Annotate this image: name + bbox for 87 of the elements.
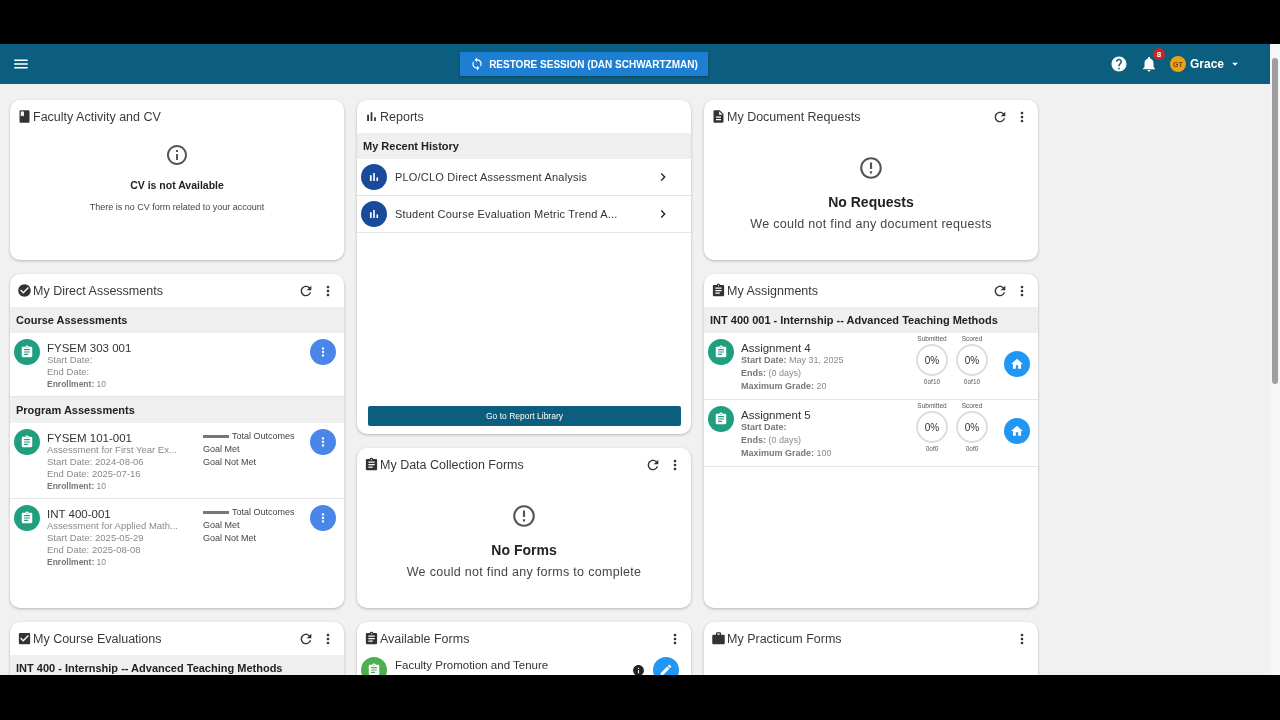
clipboard-icon (14, 339, 40, 365)
legend-label: Goal Met (203, 520, 240, 530)
assessment-detail: Assessment for Applied Math... (47, 520, 179, 532)
empty-message: We could not find any document requests (750, 217, 992, 231)
assignment-detail: Ends: (0 days) (741, 434, 803, 447)
bar-chart-icon (361, 164, 387, 190)
assessment-detail: Start Date: 2024-08-06 (47, 456, 145, 468)
empty-heading: No Requests (828, 194, 914, 210)
section-header: INT 400 - Internship -- Advanced Teaching Methods (10, 655, 344, 675)
restore-session-button[interactable]: RESTORE SESSION (DAN SCHWARTZMAN) (460, 52, 708, 76)
empty-heading: CV is not Available (130, 179, 224, 191)
assessment-name: INT 400-001 (47, 508, 112, 520)
sync-icon (470, 57, 485, 71)
assessment-detail: Assessment for First Year Ex... (47, 444, 178, 456)
assignment-name: Assignment 5 (741, 409, 812, 421)
assessment-name: FYSEM 303 001 (47, 342, 133, 354)
info-icon (165, 143, 189, 167)
alert-icon (858, 155, 884, 181)
home-button[interactable] (1004, 418, 1030, 444)
assessment-detail: Start Date: 2025-05-29 (47, 532, 145, 544)
section-header: Program Assessments (10, 397, 344, 423)
legend-label: Goal Not Met (203, 533, 257, 543)
assignment-detail: Start Date: May 31, 2025 (741, 354, 845, 367)
clipboard-icon (708, 339, 734, 365)
card-title: Reports (380, 109, 425, 124)
percent-ring: 0% (956, 344, 988, 376)
assessment-detail: End Date: 2025-08-08 (47, 544, 142, 556)
book-icon (17, 109, 32, 124)
percent-ring: 0% (956, 411, 988, 443)
card-title: My Practicum Forms (727, 631, 843, 646)
notification-badge: 8 (1152, 48, 1165, 60)
form-name[interactable]: Faculty Promotion and Tenure (395, 658, 624, 672)
report-item[interactable]: Student Course Evaluation Metric Trend A... (357, 196, 691, 233)
assignment-name: Assignment 4 (741, 342, 812, 354)
report-item[interactable]: PLO/CLO Direct Assessment Analysis (357, 159, 691, 196)
legend-line (203, 510, 229, 514)
assignment-detail: Start Date: (741, 421, 788, 434)
checkbox-icon (17, 631, 32, 646)
legend-line (203, 434, 229, 438)
legend-label: Goal Not Met (203, 457, 257, 467)
empty-heading: No Forms (491, 542, 557, 558)
bar-chart-icon (364, 109, 379, 124)
assessment-detail: End Date: (47, 366, 91, 378)
clipboard-icon (14, 429, 40, 455)
help-icon[interactable] (1109, 55, 1128, 73)
card-title: Available Forms (380, 631, 471, 646)
clipboard-icon (711, 283, 726, 298)
section-header: INT 400 001 - Internship -- Advanced Teaching Methods (704, 307, 1038, 333)
briefcase-icon (711, 631, 726, 646)
report-library-button[interactable]: Go to Report Library (368, 406, 681, 426)
card-title: My Direct Assessments (33, 283, 164, 298)
assessment-detail: End Date: 2025-07-16 (47, 468, 142, 480)
info-icon (632, 663, 645, 675)
home-icon (1010, 357, 1024, 371)
empty-message: There is no CV form related to your account (89, 202, 265, 212)
empty-message: We could not find any forms to complete (406, 565, 642, 579)
edit-icon (659, 663, 673, 675)
percent-ring: 0% (916, 344, 948, 376)
clipboard-icon (364, 457, 379, 472)
alert-icon (511, 503, 537, 529)
clipboard-icon (14, 505, 40, 531)
assignment-detail: Maximum Grade: 100 (741, 447, 833, 460)
assignment-detail: Maximum Grade: 20 (741, 380, 828, 393)
percent-ring: 0% (916, 411, 948, 443)
enrollment-text: Enrollment: 10 (47, 480, 108, 492)
home-icon (1010, 424, 1024, 438)
home-button[interactable] (1004, 351, 1030, 377)
card-title: My Data Collection Forms (380, 457, 525, 472)
enrollment-text: Enrollment: 10 (47, 556, 108, 568)
assessment-name: FYSEM 101-001 (47, 432, 133, 444)
clipboard-icon (708, 406, 734, 432)
legend-label: Total Outcomes (232, 431, 295, 441)
legend-label: Total Outcomes (232, 507, 295, 517)
card-title: Faculty Activity and CV (33, 109, 162, 124)
document-icon (711, 109, 726, 124)
legend-label: Goal Met (203, 444, 240, 454)
card-title: My Assignments (727, 283, 819, 298)
scrollbar[interactable] (1270, 44, 1280, 675)
enrollment-text: Enrollment: 10 (47, 378, 108, 390)
bar-chart-icon (361, 201, 387, 227)
section-header: My Recent History (357, 133, 691, 159)
assessment-detail: Start Date: (47, 354, 94, 366)
card-title: My Course Evaluations (33, 631, 163, 646)
card-title: My Document Requests (727, 109, 862, 124)
section-header: Course Assessments (10, 307, 344, 333)
assignment-detail: Ends: (0 days) (741, 367, 803, 380)
clipboard-icon (364, 631, 379, 646)
